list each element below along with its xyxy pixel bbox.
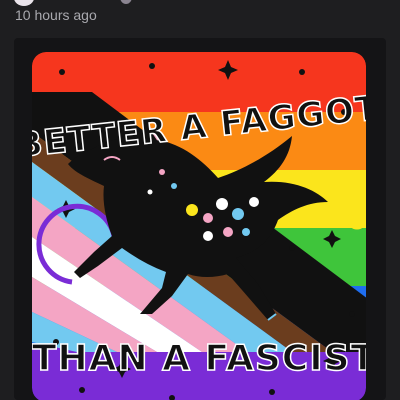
post-header: 10 hours ago [0,0,400,34]
post-media[interactable]: BETTER A FAGGOT THAN A FASCIST [14,38,386,400]
bottom-text: THAN A FASCIST [32,338,366,379]
reaction-icon[interactable] [120,0,132,4]
post-timestamp[interactable]: 10 hours ago [15,7,97,23]
avatar[interactable] [14,0,34,6]
artwork-image[interactable]: BETTER A FAGGOT THAN A FASCIST [32,52,366,400]
